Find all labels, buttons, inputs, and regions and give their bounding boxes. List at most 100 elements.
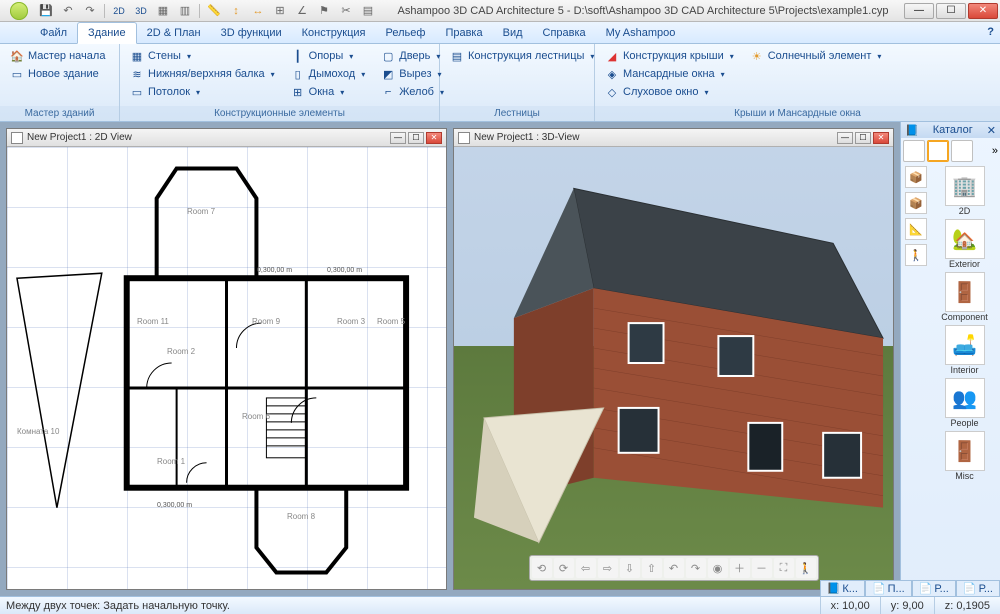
catalog-item-component[interactable]: 🚪Component [935,272,995,322]
catalog-tab-3[interactable] [951,140,973,162]
qat-cut-icon[interactable]: ✂ [338,3,354,19]
nav-walk-icon[interactable]: 🚶 [796,558,816,578]
room-label: Room 9 [252,317,280,326]
qat-angle-icon[interactable]: ∠ [294,3,310,19]
cmd-gutter[interactable]: ⌐Желоб [379,84,446,100]
qat-view-icon[interactable]: ▦ [155,3,171,19]
catalog-item-misc[interactable]: 🚪Misc [935,431,995,481]
panel-tab-r1[interactable]: 📄Р... [912,580,956,596]
qat-view2-icon[interactable]: ▥ [177,3,193,19]
viewport-2d[interactable]: Room 7 Room 11 Room 2 Room 9 Room 3 Room… [7,147,446,589]
support-icon: ┃ [291,49,305,63]
menu-construction[interactable]: Конструкция [292,22,376,43]
nav-zoom-out-icon[interactable]: － [752,558,772,578]
mdi-maximize-button[interactable]: ☐ [408,132,424,144]
nav-fwd-icon[interactable]: ↷ [686,558,706,578]
cmd-start-wizard[interactable]: 🏠Мастер начала [8,48,107,64]
side-icon-2[interactable]: 📦 [905,192,927,214]
side-icon-3[interactable]: 📐 [905,218,927,240]
nav-rotate-left-icon[interactable]: ⟲ [532,558,552,578]
cmd-windows[interactable]: ⊞Окна [289,84,368,100]
nav-left-icon[interactable]: ⇦ [576,558,596,578]
viewport-3d[interactable]: ⟲ ⟳ ⇦ ⇨ ⇩ ⇧ ↶ ↷ ◉ ＋ － ⛶ 🚶 [454,147,893,589]
menu-view[interactable]: Вид [493,22,533,43]
menu-3d-functions[interactable]: 3D функции [211,22,292,43]
close-icon[interactable]: ✕ [987,124,996,137]
cmd-skylight[interactable]: ◈Мансардные окна [603,66,736,82]
nav-rotate-right-icon[interactable]: ⟳ [554,558,574,578]
floor-plan-svg [7,147,446,589]
menu-help[interactable]: Справка [533,22,596,43]
menu-bar: Файл Здание 2D & План 3D функции Констру… [0,22,1000,44]
catalog-expand-icon[interactable]: » [992,145,998,157]
catalog-tab-1[interactable] [903,140,925,162]
mdi-minimize-button[interactable]: — [390,132,406,144]
catalog-item-exterior[interactable]: 🏡Exterior [935,219,995,269]
room-label: Комната 10 [17,427,59,436]
menu-file[interactable]: Файл [30,22,77,43]
catalog-tab-2[interactable] [927,140,949,162]
catalog-item-interior[interactable]: 🛋️Interior [935,325,995,375]
app-logo-icon[interactable] [10,2,28,20]
panel-tab-p1[interactable]: 📄П... [865,580,912,596]
qat-snap2-icon[interactable]: ↔ [250,3,266,19]
qat-redo-icon[interactable]: ↷ [82,3,98,19]
mdi-close-button[interactable]: ✕ [426,132,442,144]
qat-save-icon[interactable]: 💾 [38,3,54,19]
mdi-close-button[interactable]: ✕ [873,132,889,144]
cmd-beam[interactable]: ≋Нижняя/верхняя балка [128,66,277,82]
nav-zoom-in-icon[interactable]: ＋ [730,558,750,578]
cmd-door[interactable]: ▢Дверь [379,48,446,64]
minimize-button[interactable]: — [904,3,934,19]
menu-relief[interactable]: Рельеф [376,22,436,43]
cmd-ceiling[interactable]: ▭Потолок [128,84,277,100]
panel-tab-r2[interactable]: 📄Р... [956,580,1000,596]
cmd-dormer[interactable]: ◇Слуховое окно [603,84,736,100]
qat-layer-icon[interactable]: ▤ [360,3,376,19]
status-y: y: 9,00 [880,597,934,614]
mdi-titlebar[interactable]: New Project1 : 3D-View — ☐ ✕ [454,129,893,147]
nav-orbit-icon[interactable]: ◉ [708,558,728,578]
house-3d-svg [454,147,893,589]
mdi-maximize-button[interactable]: ☐ [855,132,871,144]
cmd-cutout[interactable]: ◩Вырез [379,66,446,82]
cmd-roof[interactable]: ◢Конструкция крыши [603,48,736,64]
nav-fit-icon[interactable]: ⛶ [774,558,794,578]
cmd-chimney[interactable]: ▯Дымоход [289,66,368,82]
mdi-title-text: New Project1 : 3D-View [474,132,833,143]
menu-2d-plan[interactable]: 2D & План [137,22,211,43]
help-icon[interactable]: ? [987,26,994,38]
qat-3d-icon[interactable]: 3D [133,3,149,19]
catalog-list[interactable]: 🏢2D 🏡Exterior 🚪Component 🛋️Interior 👥Peo… [933,166,996,481]
nav-back-icon[interactable]: ↶ [664,558,684,578]
nav-right-icon[interactable]: ⇨ [598,558,618,578]
qat-grid-icon[interactable]: ⊞ [272,3,288,19]
cmd-supports[interactable]: ┃Опоры [289,48,368,64]
menu-edit[interactable]: Правка [435,22,492,43]
cmd-walls[interactable]: ▦Стены [128,48,277,64]
nav-down-icon[interactable]: ⇩ [620,558,640,578]
catalog-item-2d[interactable]: 🏢2D [935,166,995,216]
menu-my-ashampoo[interactable]: My Ashampoo [596,22,686,43]
qat-snap-icon[interactable]: ↕ [228,3,244,19]
close-button[interactable]: ✕ [968,3,998,19]
cmd-new-building[interactable]: ▭Новое здание [8,66,107,82]
nav-up-icon[interactable]: ⇧ [642,558,662,578]
mdi-minimize-button[interactable]: — [837,132,853,144]
menu-building[interactable]: Здание [77,22,137,44]
qat-2d-icon[interactable]: 2D [111,3,127,19]
cmd-label: Новое здание [28,68,99,80]
cmd-solar[interactable]: ☀Солнечный элемент [748,48,884,64]
catalog-header[interactable]: 📘Каталог✕ [901,122,1000,138]
side-icon-4[interactable]: 🚶 [905,244,927,266]
mdi-titlebar[interactable]: New Project1 : 2D View — ☐ ✕ [7,129,446,147]
qat-undo-icon[interactable]: ↶ [60,3,76,19]
side-icon-1[interactable]: 📦 [905,166,927,188]
maximize-button[interactable]: ☐ [936,3,966,19]
panel-tab-k[interactable]: 📘К... [820,580,865,596]
qat-ruler-icon[interactable]: 📏 [206,3,222,19]
separator [199,4,200,18]
catalog-item-people[interactable]: 👥People [935,378,995,428]
qat-flag-icon[interactable]: ⚑ [316,3,332,19]
cmd-stairs[interactable]: ▤Конструкция лестницы [448,48,596,64]
